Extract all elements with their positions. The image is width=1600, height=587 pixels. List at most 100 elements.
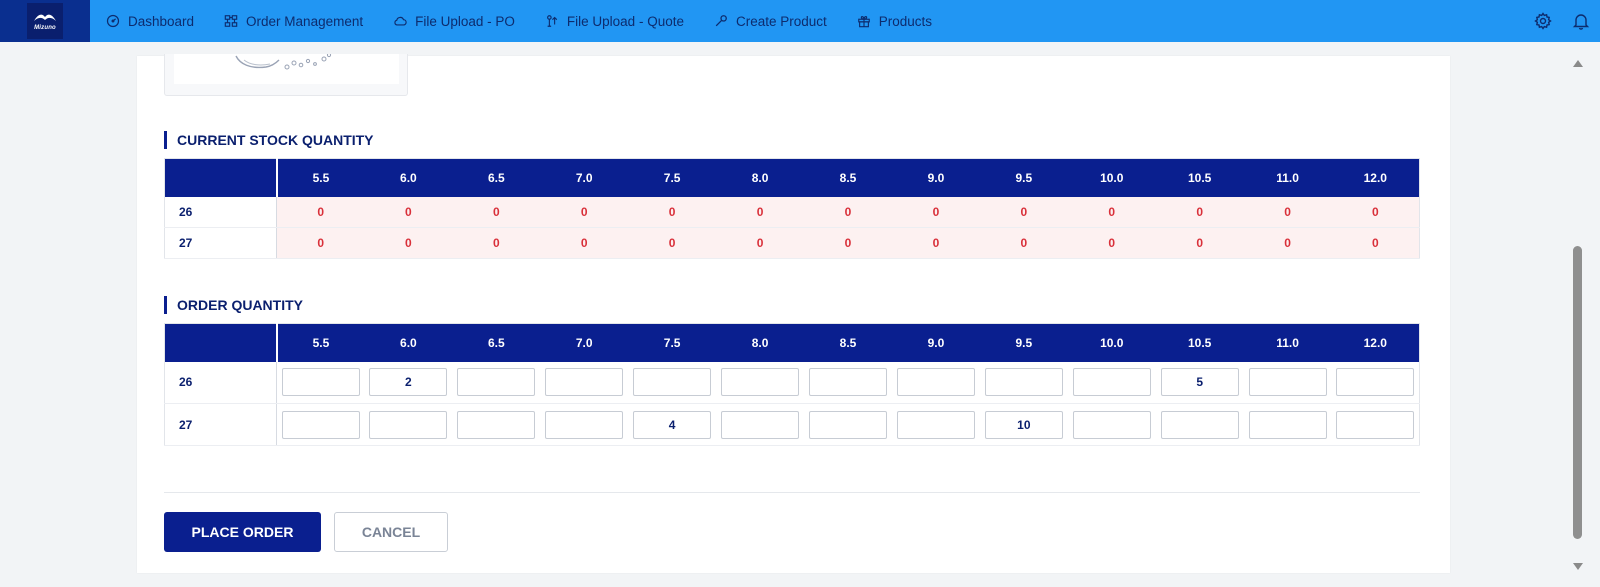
scroll-down-arrow-icon[interactable] [1573,563,1583,570]
order-quantity-table: 5.5 6.0 6.5 7.0 7.5 8.0 8.5 9.0 9.5 10.0 10.5 11.0 1… [164,323,1420,446]
stock-cell: 0 [1331,227,1420,259]
logo-text: Mizuno [34,24,56,31]
order-quantity-input-27-6.0[interactable] [369,410,448,439]
stock-cell: 0 [364,196,453,228]
order-quantity-input-27-10.5[interactable] [1160,410,1239,439]
nav-item-create-product[interactable]: Create Product [714,0,827,42]
order-quantity-input-26-8.5[interactable] [808,368,887,397]
vertical-scrollbar[interactable] [1570,57,1586,573]
size-header-10.0: 10.0 [1067,323,1156,362]
settings-button[interactable] [1524,0,1562,42]
order-cell [1331,361,1420,404]
order-cell [979,403,1068,446]
product-image-graphic [235,54,332,70]
order-quantity-input-27-9.0[interactable] [896,410,975,439]
order-quantity-input-26-9.5[interactable] [984,368,1063,397]
order-cell [1155,403,1244,446]
scroll-up-arrow-icon[interactable] [1573,60,1583,67]
order-cell [716,403,805,446]
stock-cell: 0 [1155,227,1244,259]
order-cell [1067,403,1156,446]
order-quantity-input-27-5.5[interactable] [281,410,360,439]
order-quantity-input-26-10.5[interactable] [1160,368,1239,397]
order-quantity-input-27-9.5[interactable] [984,410,1063,439]
order-management-icon [224,15,238,27]
order-quantity-input-26-9.0[interactable] [896,368,975,397]
order-cell [276,403,365,446]
stock-cell: 0 [804,196,892,228]
order-cell [540,403,629,446]
place-order-button[interactable]: PLACE ORDER [164,512,321,552]
stock-cell: 0 [452,227,541,259]
order-quantity-input-27-10.0[interactable] [1072,410,1151,439]
stock-row-26: 26 0 0 0 0 0 0 0 0 0 0 0 0 0 [164,196,1420,228]
nav-item-label: Products [878,13,933,29]
order-quantity-input-27-6.5[interactable] [457,410,536,439]
size-header-5.5: 5.5 [276,158,365,197]
gift-icon [857,16,870,28]
table-corner-cell [164,323,278,362]
wrench-icon [715,15,727,27]
stock-cell: 0 [1067,227,1156,259]
order-cell [276,361,365,404]
order-quantity-input-26-8.0[interactable] [721,368,800,397]
stock-cell: 0 [452,196,541,228]
stock-cell: 0 [1067,196,1156,228]
nav-item-file-upload-quote[interactable]: File Upload - Quote [545,0,684,42]
order-quantity-input-27-8.0[interactable] [721,410,800,439]
current-stock-table: 5.5 6.0 6.5 7.0 7.5 8.0 8.5 9.0 9.5 10.0 10.5 11.0 1… [164,158,1420,259]
stock-cell: 0 [628,196,717,228]
order-cell [1067,361,1156,404]
scrollbar-thumb[interactable] [1573,246,1582,539]
order-quantity-input-26-10.0[interactable] [1072,368,1151,397]
order-quantity-input-27-7.5[interactable] [633,410,712,439]
notifications-button[interactable] [1562,0,1600,42]
order-quantity-input-26-7.0[interactable] [545,368,624,397]
order-cell [891,361,980,404]
order-quantity-title: ORDER QUANTITY [164,296,303,314]
order-form-card: CURRENT STOCK QUANTITY 5.5 6.0 6.5 7.0 7.5 8.… [137,54,1450,573]
order-quantity-input-26-12.0[interactable] [1336,368,1415,397]
brand-logo[interactable]: Mizuno [0,0,90,42]
row-label: 26 [164,196,277,228]
stock-row-27: 27 0 0 0 0 0 0 0 0 0 0 0 0 0 [164,227,1420,259]
order-quantity-input-26-7.5[interactable] [633,368,712,397]
size-header-8.0: 8.0 [716,323,805,362]
stock-cell: 0 [891,227,980,259]
order-quantity-input-26-6.5[interactable] [457,368,536,397]
nav-item-order-management[interactable]: Order Management [224,0,363,42]
nav-item-dashboard[interactable]: Dashboard [106,0,194,42]
order-quantity-input-27-8.5[interactable] [808,410,887,439]
product-image-frame [164,54,408,96]
stock-cell: 0 [1155,196,1244,228]
order-cell [1155,361,1244,404]
size-header-9.0: 9.0 [891,158,980,197]
top-navigation-bar: Mizuno Dashboard Order Management File U… [0,0,1600,42]
order-quantity-input-27-11.0[interactable] [1248,410,1327,439]
nav-item-file-upload-po[interactable]: File Upload - PO [393,0,515,42]
size-header-7.5: 7.5 [628,158,717,197]
order-quantity-input-27-7.0[interactable] [545,410,624,439]
size-header-6.5: 6.5 [452,323,541,362]
size-header-7.5: 7.5 [628,323,717,362]
stock-cell: 0 [716,227,805,259]
nav-item-products[interactable]: Products [857,0,932,42]
nav-item-label: File Upload - Quote [566,13,684,29]
order-cell [452,403,541,446]
order-quantity-input-27-12.0[interactable] [1336,410,1415,439]
cancel-button[interactable]: CANCEL [334,512,448,552]
order-quantity-input-26-6.0[interactable] [369,368,448,397]
nav-item-label: Create Product [735,13,827,29]
order-cell [452,361,541,404]
order-cell [628,361,717,404]
size-header-10.5: 10.5 [1155,158,1244,197]
size-header-10.0: 10.0 [1067,158,1156,197]
size-header-11.0: 11.0 [1243,323,1332,362]
stock-cell: 0 [1331,196,1420,228]
stock-cell: 0 [891,196,980,228]
size-header-7.0: 7.0 [540,323,629,362]
order-cell [628,403,717,446]
order-quantity-input-26-5.5[interactable] [281,368,360,397]
size-header-7.0: 7.0 [540,158,629,197]
order-quantity-input-26-11.0[interactable] [1248,368,1327,397]
